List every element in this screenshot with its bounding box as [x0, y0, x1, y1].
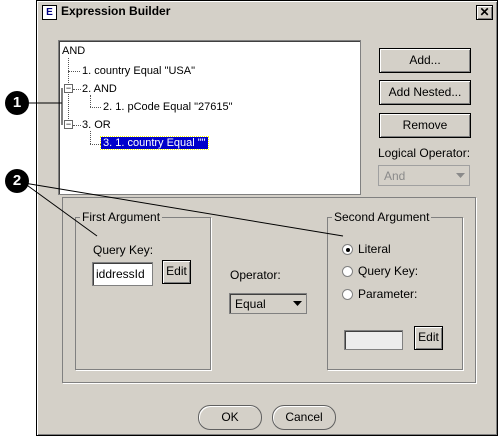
callout-lines: [23, 88, 344, 237]
callout-1: 1: [5, 91, 29, 115]
callout-2: 2: [5, 169, 29, 193]
